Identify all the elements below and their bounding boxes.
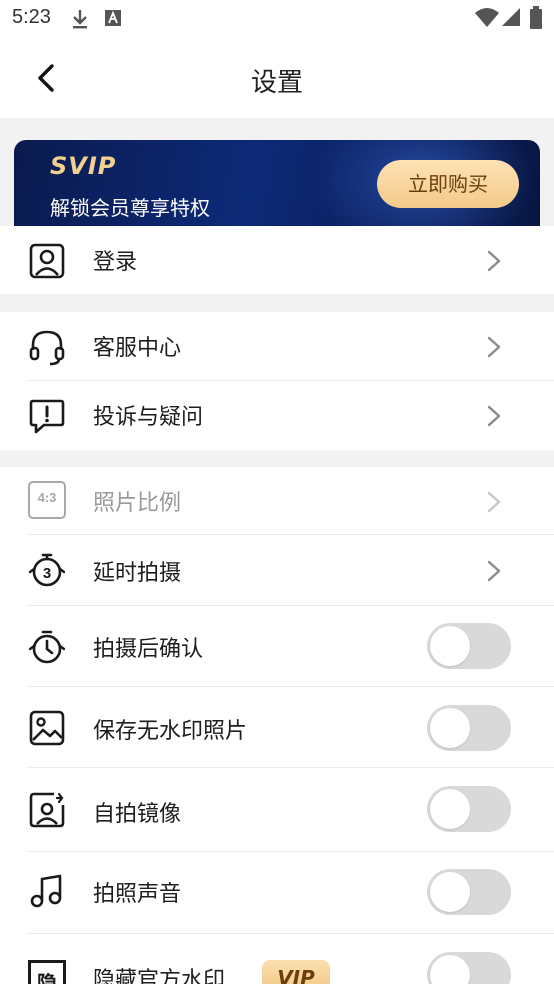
- selfie-mirror-row: 自拍镜像: [0, 768, 554, 852]
- timer-icon-text: 3: [43, 565, 51, 582]
- toggle-knob: [430, 955, 470, 984]
- customer-service-row[interactable]: 客服中心: [0, 312, 554, 381]
- image-icon: [29, 710, 65, 746]
- aspect-ratio-icon: 4:3: [28, 481, 66, 519]
- hide-watermark-label: 隐藏官方水印: [93, 968, 226, 984]
- download-icon: [73, 10, 87, 29]
- hide-watermark-row: 隐 隐藏官方水印 VIP: [0, 934, 554, 984]
- shutter-sound-toggle[interactable]: [427, 869, 511, 915]
- login-label: 登录: [93, 250, 138, 275]
- support-group: 客服中心 投诉与疑问: [0, 312, 554, 450]
- confirm-after-label: 拍摄后确认: [93, 637, 204, 662]
- save-no-watermark-toggle[interactable]: [427, 705, 511, 751]
- complaints-row[interactable]: 投诉与疑问: [0, 381, 554, 450]
- chevron-right-icon: [487, 250, 501, 272]
- text-a-icon: [105, 10, 121, 26]
- save-no-watermark-label: 保存无水印照片: [93, 719, 248, 744]
- timer-label: 延时拍摄: [93, 561, 182, 586]
- shutter-sound-label: 拍照声音: [93, 882, 182, 907]
- status-time: 5:23: [12, 6, 51, 28]
- chevron-right-icon: [487, 405, 501, 427]
- selfie-mirror-toggle[interactable]: [427, 786, 511, 832]
- customer-service-label: 客服中心: [93, 336, 182, 361]
- buy-now-button[interactable]: 立即购买: [377, 160, 519, 208]
- battery-icon: [530, 6, 542, 29]
- user-icon: [29, 243, 65, 279]
- confirm-after-toggle[interactable]: [427, 623, 511, 669]
- hide-watermark-toggle[interactable]: [427, 952, 511, 984]
- svip-badge: SVIP: [50, 152, 117, 180]
- timer-icon: 3: [28, 553, 66, 587]
- svip-banner[interactable]: SVIP 解锁会员尊享特权 立即购买: [14, 140, 540, 226]
- complaints-label: 投诉与疑问: [93, 405, 204, 430]
- toggle-knob: [430, 789, 470, 829]
- camera-settings-group: 4:3 照片比例 3 延时拍摄 拍摄后确认 保存无水印照片 自拍镜像 拍照声音 …: [0, 467, 554, 984]
- account-group: 登录: [0, 226, 554, 294]
- alert-bubble-icon: [29, 399, 65, 434]
- login-row[interactable]: 登录: [0, 226, 554, 294]
- svip-subtitle: 解锁会员尊享特权: [50, 196, 210, 220]
- chevron-right-icon: [487, 336, 501, 358]
- wifi-icon: [475, 8, 499, 27]
- clock-icon: [28, 630, 66, 664]
- selfie-mirror-icon: [29, 792, 65, 828]
- selfie-mirror-label: 自拍镜像: [93, 802, 182, 827]
- confirm-after-row: 拍摄后确认: [0, 606, 554, 687]
- toggle-knob: [430, 872, 470, 912]
- photo-ratio-label: 照片比例: [93, 491, 182, 516]
- aspect-ratio-icon-text: 4:3: [37, 490, 57, 505]
- photo-ratio-row[interactable]: 4:3 照片比例: [0, 467, 554, 535]
- headset-icon: [29, 330, 65, 366]
- music-note-icon: [30, 874, 62, 908]
- watermark-icon: 隐: [28, 960, 66, 984]
- chevron-right-icon: [487, 491, 501, 513]
- save-no-watermark-row: 保存无水印照片: [0, 687, 554, 768]
- toggle-knob: [430, 708, 470, 748]
- cellular-icon: [502, 8, 520, 26]
- page-title: 设置: [250, 68, 303, 98]
- app-bar: 设置: [0, 38, 554, 118]
- shutter-sound-row: 拍照声音: [0, 852, 554, 934]
- status-bar: 5:23: [0, 0, 554, 38]
- chevron-right-icon: [487, 560, 501, 582]
- timer-row[interactable]: 3 延时拍摄: [0, 535, 554, 606]
- toggle-knob: [430, 626, 470, 666]
- watermark-icon-text: 隐: [37, 971, 57, 984]
- vip-tag: VIP: [262, 960, 330, 984]
